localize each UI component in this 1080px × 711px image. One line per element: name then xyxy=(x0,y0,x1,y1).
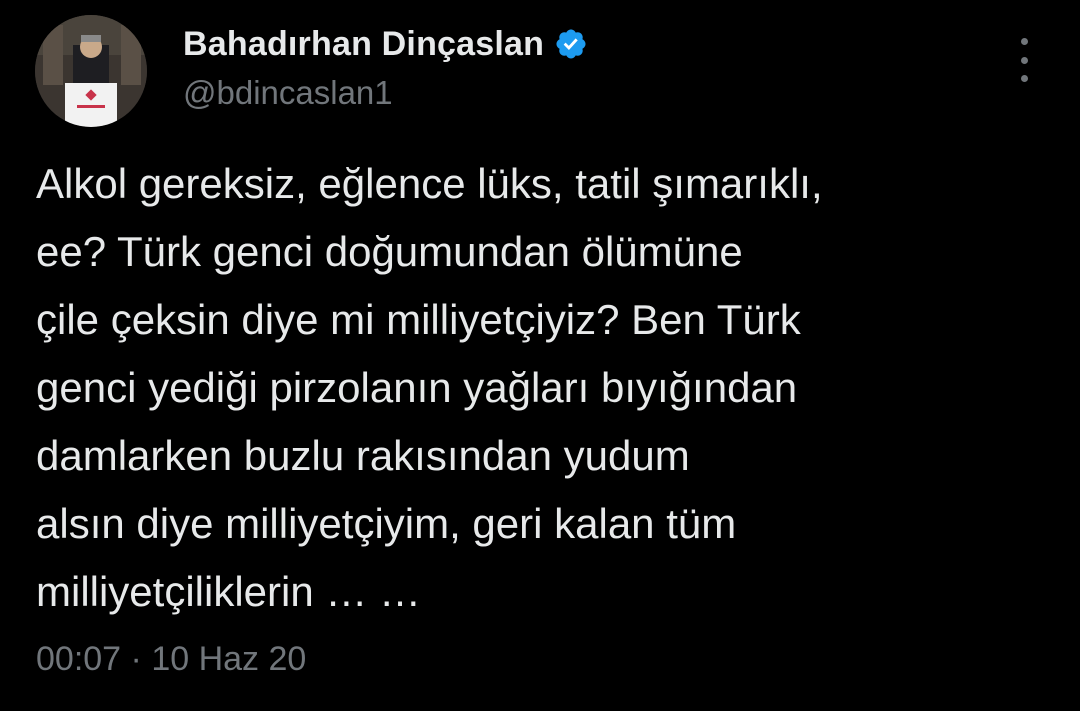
avatar-image xyxy=(35,15,147,127)
meta-separator: · xyxy=(130,640,142,678)
tweet-line: damlarken buzlu rakısından yudum xyxy=(36,432,690,479)
author-row: Bahadırhan Dinçaslan xyxy=(183,22,588,66)
tweet-line: genci yediği pirzolanın yağları bıyığınd… xyxy=(36,364,798,411)
tweet-date: 10 Haz 20 xyxy=(151,640,307,678)
more-dot xyxy=(1020,75,1028,82)
display-name[interactable]: Bahadırhan Dinçaslan xyxy=(183,25,544,64)
tweet-line: ee? Türk genci doğumundan ölümüne xyxy=(36,228,743,275)
tweet-card: Bahadırhan Dinçaslan @bdincaslan1 Alkol … xyxy=(0,0,1080,711)
tweet-line: milliyetçiliklerin … … xyxy=(36,568,422,615)
avatar[interactable] xyxy=(35,15,147,127)
tweet-time: 00:07 xyxy=(36,640,122,678)
more-dot xyxy=(1020,56,1028,64)
more-dot xyxy=(1020,38,1028,45)
tweet-line: alsın diye milliyetçiyim, geri kalan tüm xyxy=(36,500,737,547)
tweet-timestamp[interactable]: 00:07 · 10 Haz 20 xyxy=(36,640,306,679)
author-handle[interactable]: @bdincaslan1 xyxy=(183,74,393,112)
verified-badge-icon xyxy=(554,27,588,61)
more-vertical-icon[interactable] xyxy=(1006,38,1042,82)
tweet-line: çile çeksin diye mi milliyetçiyiz? Ben T… xyxy=(36,296,801,343)
tweet-text: Alkol gereksiz, eğlence lüks, tatil şıma… xyxy=(36,150,1046,626)
tweet-line: Alkol gereksiz, eğlence lüks, tatil şıma… xyxy=(36,160,823,207)
